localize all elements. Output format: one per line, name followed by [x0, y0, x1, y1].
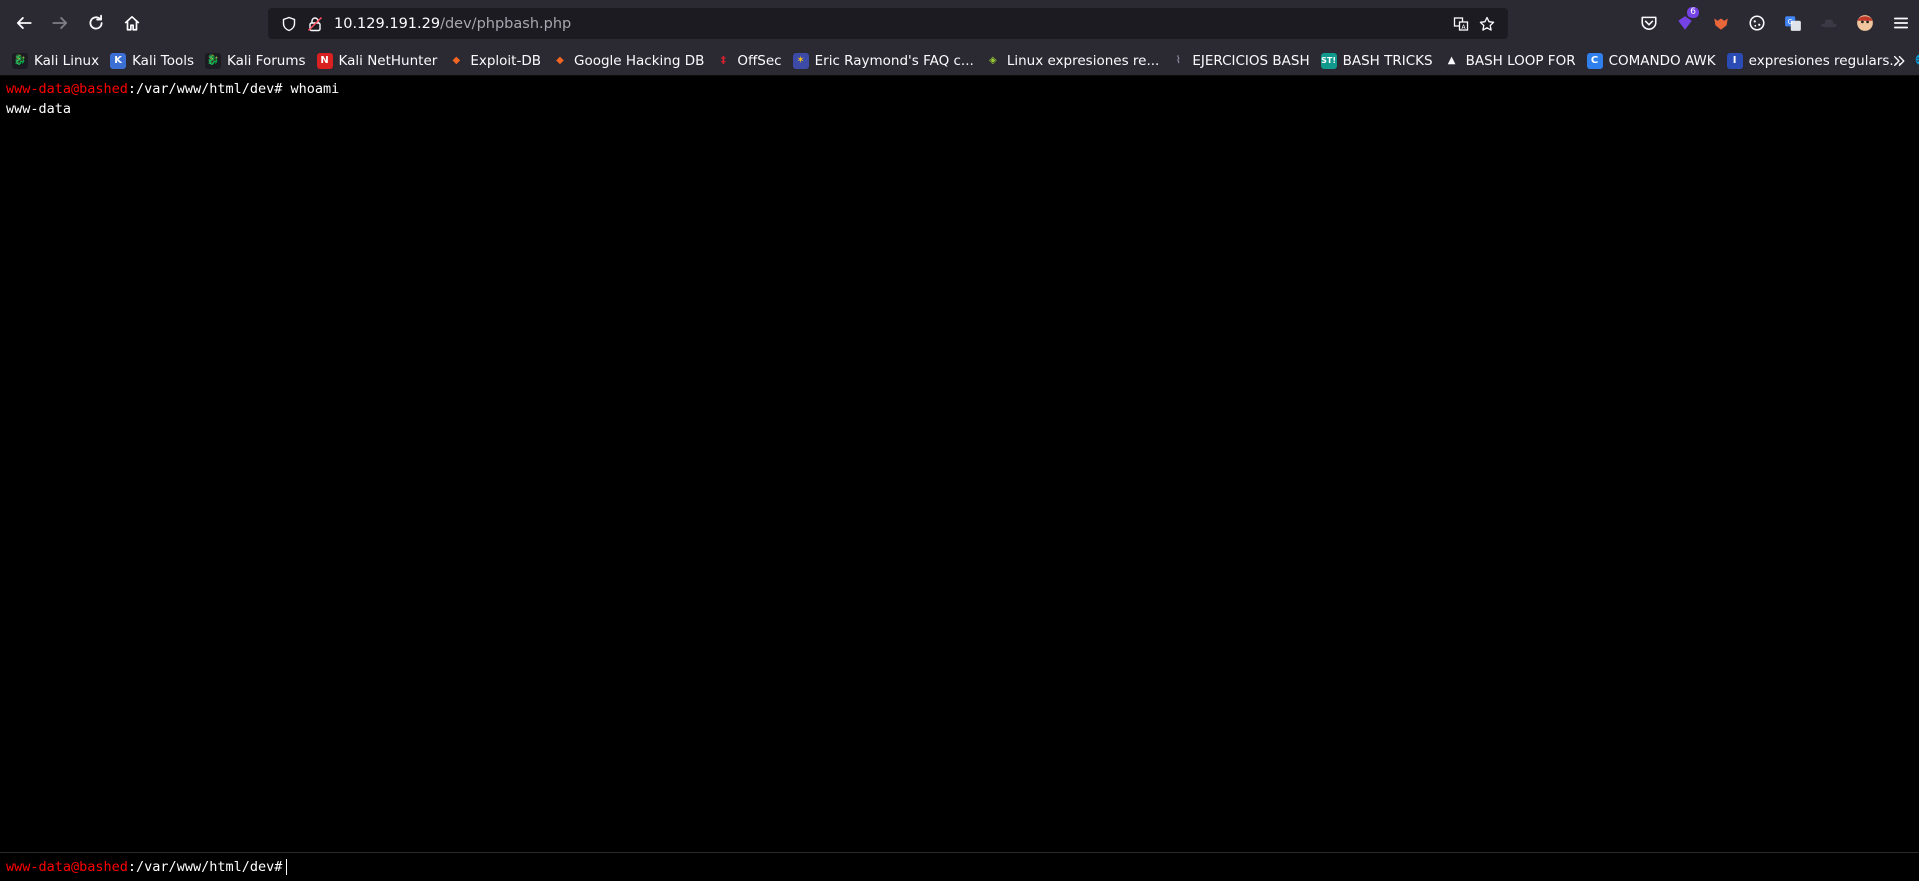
- bookmark-label: Kali Tools: [132, 52, 194, 69]
- fox-extension-icon: [1714, 18, 1728, 30]
- bookmark-item[interactable]: 🌐LOLBAS: [1911, 49, 1919, 73]
- kali-tools-icon: K: [110, 52, 127, 69]
- terminal-line: www-data@bashed:/var/www/html/dev# whoam…: [6, 79, 1913, 99]
- extension-badge: 6: [1687, 7, 1699, 18]
- translate-extension-icon: G: [1785, 16, 1801, 31]
- exploit-db-icon: ◆: [556, 55, 564, 66]
- hamburger-menu-icon: [1893, 17, 1909, 29]
- bookmark-item[interactable]: 🐉 Kali Linux: [10, 49, 105, 73]
- prompt-user: www-data@bashed: [6, 81, 128, 97]
- cookie-icon: [1749, 15, 1765, 31]
- bookmark-label: expresiones regulars...: [1748, 52, 1903, 69]
- account-button[interactable]: [1847, 5, 1883, 41]
- arrow-right-icon: [52, 17, 68, 29]
- exploit-db-icon: ◆: [452, 55, 461, 66]
- bookmark-label: Kali Linux: [34, 52, 100, 69]
- globe-icon: 🌐: [1913, 53, 1919, 69]
- forward-button[interactable]: [42, 5, 78, 41]
- terminal-output: www-data@bashed:/var/www/html/dev# whoam…: [0, 77, 1919, 851]
- toolbar-extensions: 6 G: [1631, 5, 1919, 41]
- home-button[interactable]: [114, 5, 150, 41]
- command-input[interactable]: [287, 859, 688, 875]
- bookmark-item[interactable]: ⌇ EJERCICIOS BASH: [1168, 49, 1315, 73]
- prompt-user: www-data@bashed: [6, 859, 128, 875]
- extension-fox-button[interactable]: [1703, 5, 1739, 41]
- insecure-lock-icon[interactable]: [302, 11, 328, 37]
- bash-icon: ⌇: [1175, 55, 1181, 66]
- extension-purple-button[interactable]: 6: [1667, 5, 1703, 41]
- prompt-path: :/var/www/html/dev#: [127, 859, 283, 875]
- extension-cookie-button[interactable]: [1739, 5, 1775, 41]
- pocket-button[interactable]: [1631, 5, 1667, 41]
- bookmark-item[interactable]: K Kali Tools: [108, 49, 200, 73]
- bookmarks-overflow-button[interactable]: [1887, 49, 1911, 73]
- hat-extension-icon: [1821, 19, 1837, 28]
- arrow-left-icon: [16, 17, 32, 29]
- home-icon: [124, 15, 140, 31]
- pocket-icon: [1641, 16, 1657, 30]
- bookmark-item[interactable]: ‡ OffSec: [713, 49, 787, 73]
- tracking-protection-shield-icon[interactable]: [276, 11, 302, 37]
- command-output: www-data: [6, 101, 72, 117]
- bookmark-star-icon[interactable]: [1474, 11, 1500, 37]
- extension-hat-button[interactable]: [1811, 5, 1847, 41]
- bookmark-item[interactable]: ▲ BASH LOOP FOR: [1442, 49, 1582, 73]
- kali-dragon-icon: 🐉: [12, 52, 28, 69]
- svg-text:G: G: [1788, 18, 1793, 26]
- bookmark-label: OffSec: [737, 52, 782, 69]
- bookmark-item[interactable]: ◆ Exploit-DB: [446, 49, 547, 73]
- avatar-icon: [1857, 15, 1873, 31]
- bookmark-label: Linux expresiones re...: [1006, 52, 1160, 69]
- bookmark-item[interactable]: Iexpresiones regulars...: [1725, 49, 1909, 73]
- command-text: whoami: [282, 81, 340, 97]
- url-text[interactable]: 10.129.191.29/dev/phpbash.php: [334, 16, 1448, 32]
- bookmark-item[interactable]: ✶ Eric Raymond's FAQ c...: [791, 49, 980, 73]
- bookmark-item[interactable]: C COMANDO AWK: [1585, 49, 1722, 73]
- command-prompt: www-data@bashed:/var/www/html/dev#: [0, 852, 1919, 881]
- bookmark-item[interactable]: 🐉 Kali Forums: [203, 49, 312, 73]
- bookmark-label: COMANDO AWK: [1608, 52, 1716, 69]
- bookmark-label: Google Hacking DB: [573, 52, 705, 69]
- bookmark-label: Eric Raymond's FAQ c...: [814, 52, 974, 69]
- bookmark-label: EJERCICIOS BASH: [1192, 52, 1310, 69]
- url-path: /dev/phpbash.php: [440, 15, 572, 32]
- bookmarks-toolbar: 🐉 Kali Linux K Kali Tools 🐉 Kali Forums N Kali …: [0, 46, 1919, 76]
- bookmark-label: BASH TRICKS: [1342, 52, 1433, 69]
- info-icon: I: [1726, 52, 1743, 69]
- kali-dragon-icon: 🐉: [205, 52, 221, 69]
- back-button[interactable]: [6, 5, 42, 41]
- bookmark-label: Kali NetHunter: [338, 52, 438, 69]
- prompt-path: :/var/www/html/dev#: [127, 81, 283, 97]
- reload-icon: [89, 14, 103, 30]
- cursor-icon: ▲: [1447, 55, 1456, 66]
- bookmark-label: Exploit-DB: [470, 52, 541, 69]
- address-bar[interactable]: 10.129.191.29/dev/phpbash.php A: [268, 8, 1508, 39]
- bookmark-label: Kali Forums: [227, 52, 306, 69]
- extension-translate-button[interactable]: G: [1775, 5, 1811, 41]
- app-menu-button[interactable]: [1883, 5, 1919, 41]
- awk-icon: C: [1586, 52, 1603, 69]
- st-icon: ST!: [1320, 52, 1337, 69]
- nethunter-icon: N: [316, 52, 333, 69]
- terminal-line: www-data: [6, 99, 1913, 119]
- bookmark-item[interactable]: ◆ Google Hacking DB: [550, 49, 710, 73]
- offsec-icon: ‡: [720, 55, 726, 66]
- bookmark-item[interactable]: N Kali NetHunter: [315, 49, 444, 73]
- url-host: 10.129.191.29: [334, 15, 441, 32]
- reload-button[interactable]: [78, 5, 114, 41]
- linux-icon: ◈: [988, 55, 997, 66]
- bookmark-label: BASH LOOP FOR: [1465, 52, 1576, 69]
- translate-icon[interactable]: A: [1448, 11, 1474, 37]
- browser-toolbar: 10.129.191.29/dev/phpbash.php A 6 G: [0, 0, 1919, 46]
- bookmark-item[interactable]: ◈ Linux expresiones re...: [983, 49, 1166, 73]
- chevron-double-right-icon: [1893, 55, 1905, 67]
- bookmark-item[interactable]: ST! BASH TRICKS: [1319, 49, 1439, 73]
- gnu-icon: ✶: [792, 52, 809, 69]
